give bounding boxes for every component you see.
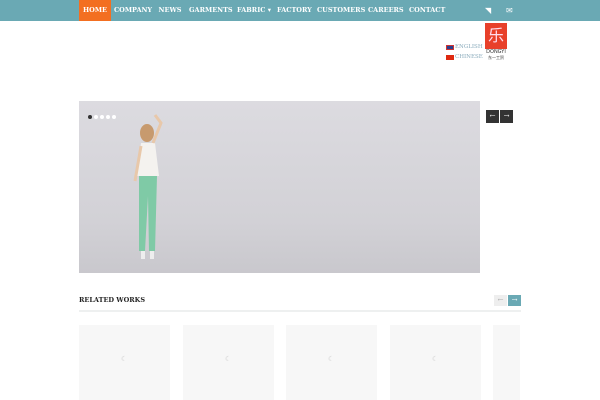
nav-careers[interactable]: CAREERS bbox=[368, 0, 404, 21]
lang-chinese-label: CHINESE bbox=[455, 54, 483, 60]
top-nav: HOME COMPANY NEWS GARMENTS FABRIC ▾ FACT… bbox=[0, 0, 600, 21]
china-flag-icon bbox=[446, 54, 454, 60]
lang-english[interactable]: ENGLISH bbox=[446, 44, 483, 50]
hero-slider bbox=[79, 101, 480, 273]
related-work-card[interactable] bbox=[493, 325, 520, 400]
chevron-down-icon: ▾ bbox=[267, 6, 271, 14]
model-photo bbox=[133, 114, 163, 259]
related-next-button[interactable]: → bbox=[508, 295, 521, 306]
uk-flag-icon bbox=[446, 44, 454, 50]
related-work-card[interactable]: ☾ bbox=[79, 325, 170, 400]
loading-icon: ☾ bbox=[328, 355, 335, 363]
loading-icon: ☾ bbox=[121, 355, 128, 363]
related-work-card[interactable]: ☾ bbox=[390, 325, 481, 400]
logo-sub: 东一工贸 bbox=[488, 55, 504, 60]
nav-fabric-label: FABRIC bbox=[237, 6, 266, 14]
nav-fabric[interactable]: FABRIC ▾ bbox=[237, 0, 271, 21]
related-work-card[interactable]: ☾ bbox=[183, 325, 274, 400]
rss-icon[interactable]: ◥ bbox=[485, 6, 491, 15]
lang-english-label: ENGLISH bbox=[455, 44, 483, 50]
nav-factory[interactable]: FACTORY bbox=[277, 0, 312, 21]
related-works-title: RELATED WORKS bbox=[79, 296, 146, 304]
nav-company[interactable]: COMPANY bbox=[114, 0, 152, 21]
mail-icon[interactable]: ✉ bbox=[506, 6, 513, 15]
lang-chinese[interactable]: CHINESE bbox=[446, 54, 483, 60]
related-prev-button[interactable]: ← bbox=[494, 295, 507, 306]
logo-mark: 乐 bbox=[485, 23, 507, 49]
nav-news[interactable]: NEWS bbox=[157, 0, 183, 21]
nav-customers[interactable]: CUSTOMERS bbox=[317, 0, 365, 21]
nav-garments[interactable]: GARMENTS bbox=[189, 0, 233, 21]
logo[interactable]: 乐 DONGYI 东一工贸 bbox=[481, 23, 511, 61]
divider bbox=[79, 310, 521, 312]
slider-prev-button[interactable]: ← bbox=[486, 110, 499, 123]
nav-home[interactable]: HOME bbox=[79, 0, 111, 21]
related-work-card[interactable]: ☾ bbox=[286, 325, 377, 400]
nav-contact[interactable]: CONTACT bbox=[409, 0, 445, 21]
loading-icon: ☾ bbox=[432, 355, 439, 363]
loading-icon: ☾ bbox=[225, 355, 232, 363]
slider-next-button[interactable]: → bbox=[500, 110, 513, 123]
